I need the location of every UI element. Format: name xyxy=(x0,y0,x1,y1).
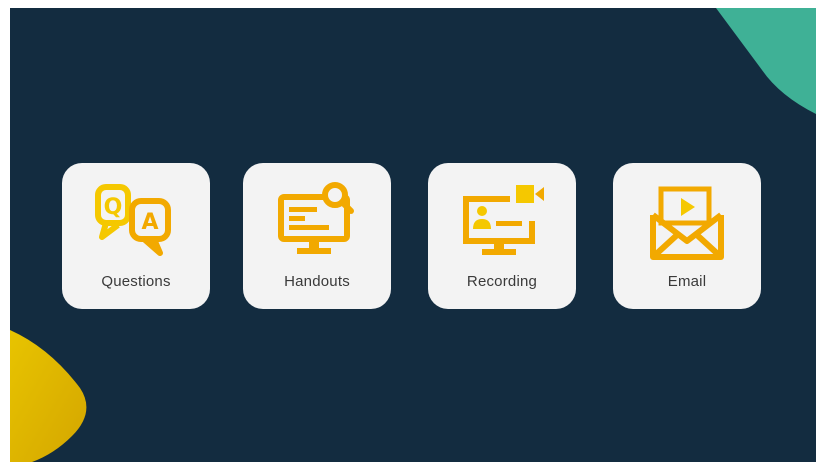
recording-tile[interactable]: Recording xyxy=(428,163,576,309)
envelope-play-icon xyxy=(650,186,724,260)
email-label: Email xyxy=(667,273,707,290)
svg-text:A: A xyxy=(141,210,158,235)
questions-label: Questions xyxy=(101,273,171,290)
teal-corner-shape xyxy=(716,8,816,114)
monitor-search-icon xyxy=(278,182,354,254)
qa-chat-icon: Q A xyxy=(95,184,171,256)
questions-tile[interactable]: Q A Questions xyxy=(62,163,210,309)
monitor-video-icon xyxy=(463,185,544,255)
yellow-corner-shape xyxy=(10,330,87,462)
slide-canvas: Q A Questions Handouts Recording Email xyxy=(10,8,816,462)
svg-text:Q: Q xyxy=(104,195,123,220)
recording-label: Recording xyxy=(466,273,538,290)
handouts-label: Handouts xyxy=(284,273,350,290)
handouts-tile[interactable]: Handouts xyxy=(243,163,391,309)
email-tile[interactable]: Email xyxy=(613,163,761,309)
